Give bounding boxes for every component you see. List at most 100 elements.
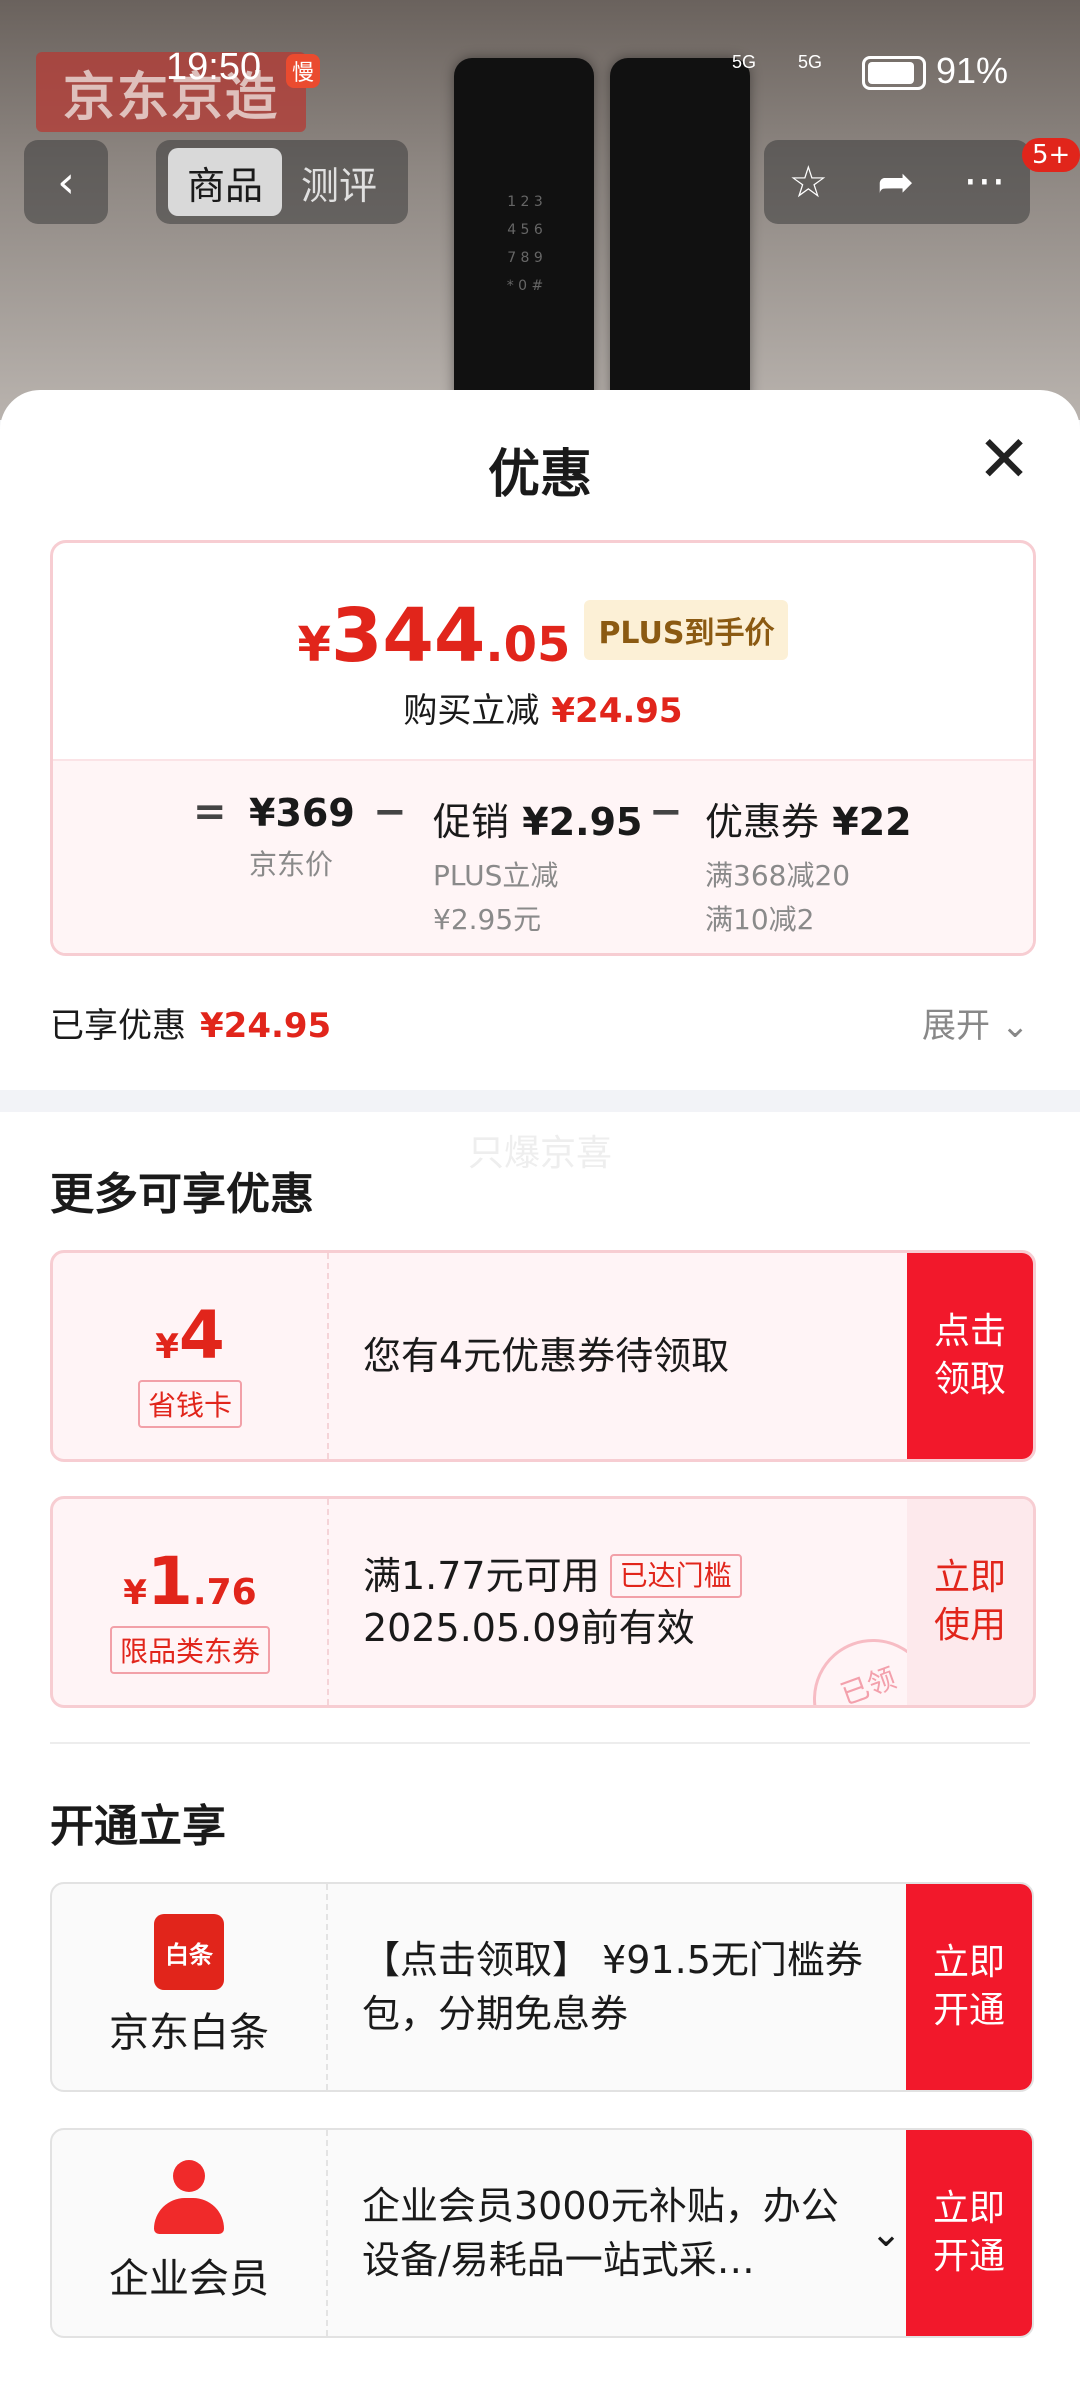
action-line-1: 立即: [932, 2188, 1005, 2229]
close-icon[interactable]: ✕: [972, 428, 1036, 492]
more-offers-title: 更多可享优惠: [50, 1169, 314, 1220]
price-decimal: .05: [485, 617, 571, 673]
keypad-graphic: 1 2 34 5 67 8 9 * 0 #: [506, 194, 544, 294]
action-line-1: 立即: [932, 1942, 1005, 1983]
benefit-card: 企业会员 企业会员3000元补贴，办公设备/易耗品一站式采… ⌄ 立即开通: [50, 2128, 1034, 2338]
status-time: 19:50: [166, 46, 262, 88]
coupon-sub: 满368减20 满10减2: [705, 854, 912, 942]
coupon-sub-line-2: 满10减2: [705, 903, 815, 936]
coupon-amount: ¥1.76: [53, 1543, 327, 1620]
coupon-number: 1: [146, 1543, 193, 1620]
top-tabs: 商品 测评: [156, 140, 408, 224]
promo-sub-line-1: PLUS立减: [433, 859, 559, 892]
coupon-type-tag: 限品类东券: [109, 1626, 270, 1674]
benefit-desc: 【点击领取】 ¥91.5无门槛券包，分期免息券: [362, 1938, 863, 2036]
message-badge: 5+: [1022, 138, 1080, 172]
benefit-desc[interactable]: 企业会员3000元补贴，办公设备/易耗品一站式采… ⌄: [362, 2130, 902, 2336]
chevron-down-icon: ⌄: [870, 2211, 902, 2255]
reduce-label: 购买立减: [403, 691, 540, 731]
open-benefit-button[interactable]: 立即 开通: [906, 2130, 1032, 2336]
coupon-desc: 您有4元优惠券待领取: [363, 1253, 923, 1459]
coupon-amount: ¥22: [832, 800, 912, 844]
battery-percent: 91%: [936, 50, 1009, 91]
tab-product[interactable]: 商品: [168, 148, 282, 216]
tab-review[interactable]: 测评: [282, 148, 396, 216]
reduce-value: ¥24.95: [551, 691, 683, 731]
purchase-reduce: 购买立减 ¥24.95: [53, 683, 1033, 732]
promo-value: 促销 ¥2.95: [433, 791, 642, 846]
open-benefit-button[interactable]: 立即 开通: [906, 1884, 1032, 2090]
chevron-down-icon: ⌄: [1000, 1006, 1030, 1046]
coupon-block: 优惠券 ¥22 满368减20 满10减2: [705, 791, 912, 942]
enjoyed-discount: 已享优惠 ¥24.95: [50, 998, 331, 1047]
coupon-currency: ¥: [123, 1573, 147, 1613]
coupon-decimal: .76: [192, 1572, 257, 1613]
jd-price-block: ¥369 京东价: [249, 791, 355, 887]
benefit-desc-text: 企业会员3000元补贴，办公设备/易耗品一站式采…: [362, 2184, 839, 2282]
share-icon[interactable]: ➦: [877, 157, 914, 208]
use-button-label: 立即 使用: [934, 1554, 1006, 1650]
sheet-title: 优惠: [487, 445, 592, 505]
price-currency: ¥: [297, 617, 331, 673]
action-line-2: 使用: [933, 1605, 1006, 1646]
use-coupon-button[interactable]: 立即 使用: [907, 1499, 1033, 1705]
slow-network-badge: 慢: [286, 54, 320, 88]
claim-coupon-button[interactable]: 点击 领取: [907, 1253, 1033, 1459]
final-price: ¥344.05 PLUS到手价: [53, 593, 1033, 679]
more-icon[interactable]: ···: [963, 157, 1005, 208]
coupon-validity: 2025.05.09前有效: [363, 1606, 695, 1650]
coupon-card: ¥1.76 限品类东券 满1.77元可用 已达门槛 2025.05.09前有效 已…: [50, 1496, 1036, 1708]
threshold-badge: 已达门槛: [609, 1554, 742, 1598]
signal-icon-2: 5G: [798, 52, 823, 72]
coupon-value: 优惠券 ¥22: [705, 791, 912, 846]
action-line-2: 开通: [932, 2236, 1005, 2277]
jd-price-label: 京东价: [249, 848, 334, 881]
open-button-label: 立即 开通: [933, 2185, 1005, 2281]
section-divider: [0, 1090, 1080, 1112]
battery-icon: [862, 56, 926, 90]
benefit-brand: 企业会员: [52, 2130, 328, 2336]
coupon-condition: 满1.77元可用 已达门槛: [363, 1550, 923, 1602]
action-line-2: 领取: [933, 1359, 1006, 1400]
equals-sign: =: [193, 789, 227, 835]
coupon-text: 满1.77元可用: [363, 1554, 600, 1598]
action-line-2: 开通: [932, 1990, 1005, 2031]
star-icon[interactable]: ☆: [789, 157, 828, 208]
coupon-text: 您有4元优惠券待领取: [363, 1334, 730, 1378]
enjoyed-label: 已享优惠: [50, 1006, 186, 1046]
benefit-card: 白条 京东白条 【点击领取】 ¥91.5无门槛券包，分期免息券 立即开通: [50, 1882, 1034, 2092]
coupon-currency: ¥: [155, 1327, 179, 1367]
plus-price-tag: PLUS到手价: [584, 600, 789, 660]
coupon-amount-block: ¥1.76 限品类东券: [53, 1499, 329, 1705]
expand-button[interactable]: 展开 ⌄: [922, 998, 1029, 1047]
open-benefits-title: 开通立享: [50, 1801, 226, 1852]
benefit-name: 企业会员: [109, 2256, 269, 2302]
minus-sign-1: −: [373, 789, 407, 835]
benefit-brand: 白条 京东白条: [52, 1884, 328, 2090]
coupon-amount: ¥4: [53, 1297, 327, 1374]
action-line-1: 立即: [933, 1557, 1006, 1598]
promo-label: 促销: [433, 800, 510, 844]
promo-sub-line-2: ¥2.95元: [433, 903, 542, 936]
jd-price-value: ¥369: [249, 791, 355, 835]
action-line-1: 点击: [933, 1311, 1006, 1352]
promo-amount: ¥2.95: [522, 800, 643, 844]
minus-sign-2: −: [649, 789, 683, 835]
status-bar: 19:50 慢 5G 5G 91%: [0, 0, 1080, 140]
top-actions: ☆ ➦ ···: [764, 140, 1030, 224]
discount-sheet: 优惠 ✕ ¥344.05 PLUS到手价 购买立减 ¥24.95 = ¥369 京东…: [0, 390, 1080, 2400]
coupon-label: 优惠券: [705, 800, 820, 844]
coupon-amount-block: ¥4 省钱卡: [53, 1253, 329, 1459]
coupon-number: 4: [178, 1297, 225, 1374]
coupon-type-tag: 省钱卡: [137, 1380, 242, 1428]
promo-block: 促销 ¥2.95 PLUS立减 ¥2.95元: [433, 791, 642, 942]
signal-icon-1: 5G: [732, 52, 757, 72]
expand-label: 展开: [922, 1006, 990, 1046]
coupon-card: ¥4 省钱卡 您有4元优惠券待领取 点击领取: [50, 1250, 1036, 1462]
price-breakdown: = ¥369 京东价 − 促销 ¥2.95 PLUS立减 ¥2.95元 − 优惠券…: [53, 759, 1033, 953]
enjoyed-value: ¥24.95: [200, 1006, 332, 1046]
benefit-name: 京东白条: [109, 2010, 269, 2056]
back-button[interactable]: ‹: [24, 140, 108, 224]
baitiao-icon: 白条: [154, 1914, 224, 1990]
price-integer: 344: [330, 593, 486, 679]
